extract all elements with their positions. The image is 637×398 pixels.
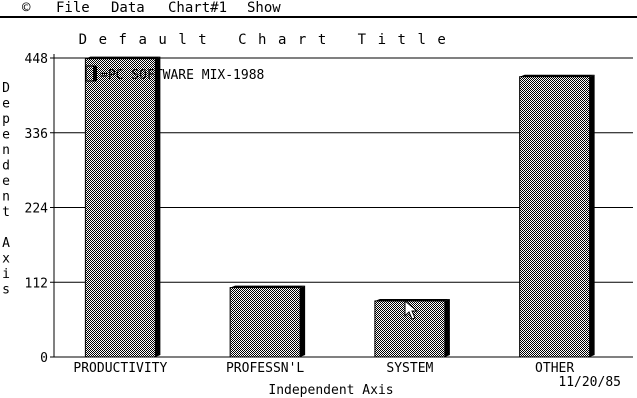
- y-tick-label: 448: [25, 52, 48, 67]
- y-axis-label: DependentAxis: [2, 81, 10, 298]
- x-tick-label: SYSTEM: [386, 361, 433, 376]
- bar-shadow: [444, 298, 450, 357]
- y-axis-label-char: D: [2, 81, 10, 96]
- x-axis-label: Independent Axis: [268, 383, 393, 398]
- y-axis-label-char: s: [2, 283, 10, 298]
- legend-swatch-shadow: [93, 66, 97, 81]
- bar: [229, 287, 301, 358]
- bar: [519, 76, 591, 358]
- x-tick-label: PROFESSN'L: [226, 361, 304, 376]
- bar-shadow: [589, 74, 595, 357]
- chart-title: Default Chart Title: [79, 32, 458, 48]
- y-axis-label-char: e: [2, 97, 10, 112]
- date-stamp: 11/20/85: [558, 375, 621, 390]
- y-tick-label: 0: [40, 351, 48, 366]
- y-axis-label-char: t: [2, 205, 10, 220]
- y-axis-label-char: n: [2, 143, 10, 158]
- y-axis-label-char: A: [2, 236, 10, 251]
- bar: [84, 58, 156, 358]
- y-axis-label-char: i: [2, 267, 10, 282]
- legend: =PC SOFTWARE MIX-1988: [85, 65, 264, 83]
- y-axis-label-char: p: [2, 112, 10, 127]
- y-tick-label: 112: [25, 276, 48, 291]
- x-tick-label: OTHER: [535, 361, 574, 376]
- y-tick-label: 224: [25, 202, 49, 217]
- legend-label: =PC SOFTWARE MIX-1988: [100, 68, 264, 83]
- bars: [84, 56, 595, 358]
- y-axis-label-char: x: [2, 252, 10, 267]
- bar-shadow: [155, 56, 161, 357]
- y-tick-label: 336: [25, 127, 48, 142]
- chart: Default Chart Title 0 112 224 336 448 PRODUCT…: [2, 32, 633, 398]
- y-axis-label-char: d: [2, 159, 10, 174]
- y-axis-label-char: e: [2, 174, 10, 189]
- bar-shadow: [300, 285, 306, 357]
- y-axis-label-char: e: [2, 128, 10, 143]
- x-tick-label: PRODUCTIVITY: [73, 361, 167, 376]
- y-axis-label-char: n: [2, 190, 10, 205]
